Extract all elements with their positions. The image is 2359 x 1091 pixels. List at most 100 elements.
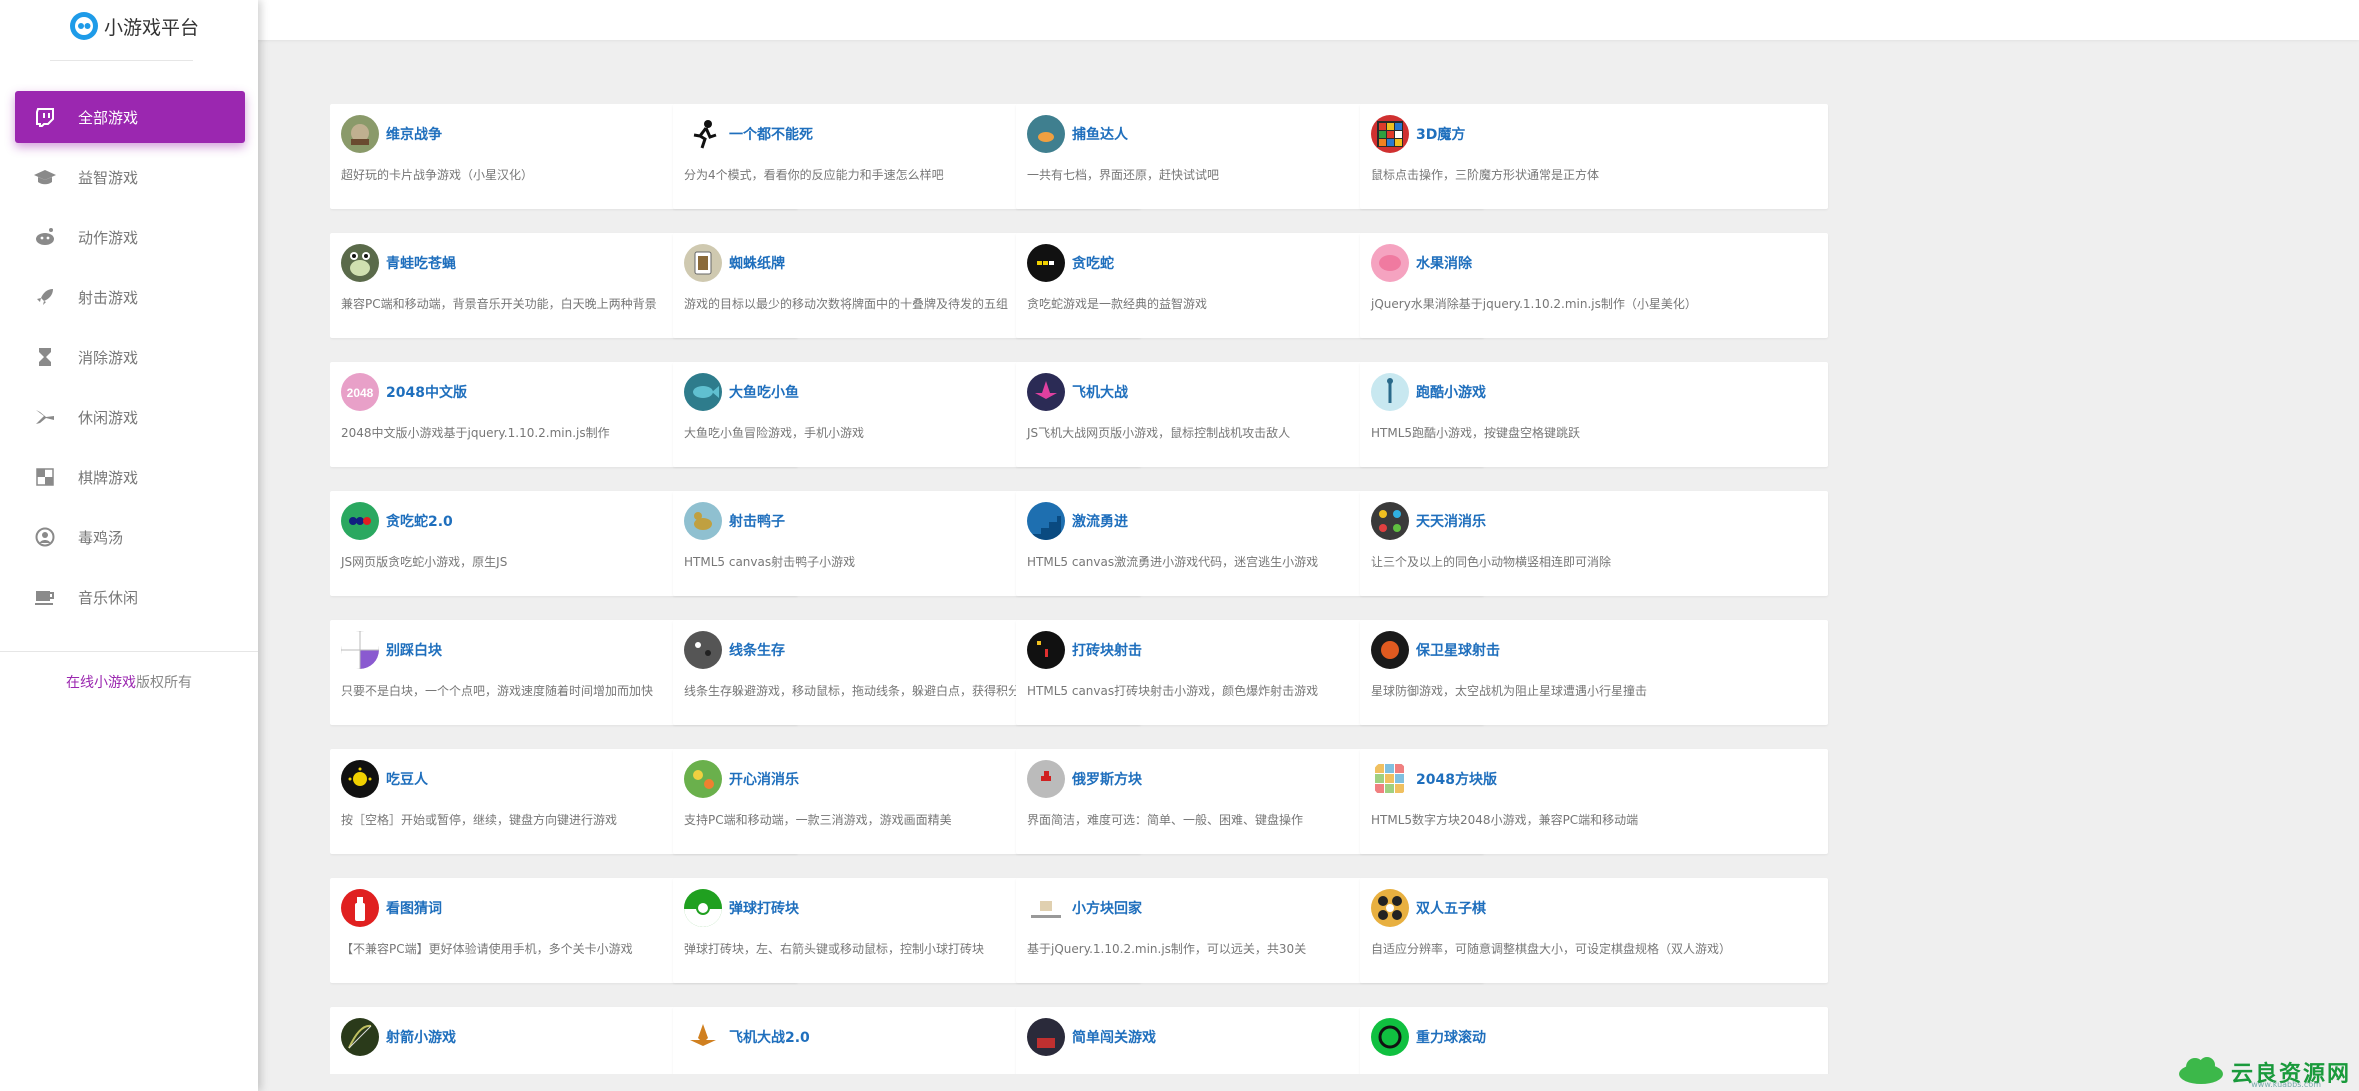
game-title[interactable]: 双人五子棋: [1416, 898, 1486, 918]
game-title[interactable]: 线条生存: [729, 640, 785, 660]
tiles-icon[interactable]: [341, 631, 379, 669]
copyright: 在线小游戏版权所有: [0, 672, 258, 692]
sidebar-item-label: 毒鸡汤: [78, 528, 124, 547]
game-card[interactable]: 保卫星球射击 星球防御游戏，太空战机为阻止星球遭遇小行星撞击: [1360, 620, 1828, 725]
fruit-icon[interactable]: [1371, 244, 1409, 282]
plane2-icon[interactable]: [684, 1018, 722, 1056]
game-logo-icon: [70, 12, 98, 40]
twitch-icon: [32, 104, 58, 130]
game-title[interactable]: 捕鱼达人: [1072, 124, 1128, 144]
game-title[interactable]: 别踩白块: [386, 640, 442, 660]
game-title[interactable]: 2048中文版: [386, 382, 467, 402]
game-grid: 维京战争 超好玩的卡片战争游戏（小星汉化） 一个都不能死 分为4个模式，看看你的反应能…: [330, 104, 2359, 1074]
game-title[interactable]: 简单闯关游戏: [1072, 1027, 1156, 1047]
game-card[interactable]: 跑酷小游戏 HTML5跑酷小游戏，按键盘空格键跳跃: [1360, 362, 1828, 467]
duck-icon[interactable]: [684, 502, 722, 540]
happy-icon[interactable]: [684, 760, 722, 798]
game-title[interactable]: 打砖块射击: [1072, 640, 1142, 660]
planet-icon[interactable]: [1371, 631, 1409, 669]
game-title[interactable]: 小方块回家: [1072, 898, 1142, 918]
viking-icon[interactable]: [341, 115, 379, 153]
game-title[interactable]: 贪吃蛇: [1072, 253, 1114, 273]
divider: [0, 651, 258, 652]
game-description: 鼠标点击操作，三阶魔方形状通常是正方体: [1371, 168, 1600, 182]
game-title[interactable]: 射箭小游戏: [386, 1027, 456, 1047]
plane-icon[interactable]: [1027, 373, 1065, 411]
parkour-icon[interactable]: [1371, 373, 1409, 411]
game-card[interactable]: 重力球滚动: [1360, 1007, 1828, 1074]
game-title[interactable]: 重力球滚动: [1416, 1027, 1486, 1047]
sidebar-item-4[interactable]: 消除游戏: [0, 331, 258, 383]
game-title[interactable]: 一个都不能死: [729, 124, 813, 144]
sidebar-item-label: 全部游戏: [78, 108, 139, 127]
ball-icon[interactable]: [684, 889, 722, 927]
fish-icon[interactable]: [1027, 115, 1065, 153]
game-title[interactable]: 激流勇进: [1072, 511, 1128, 531]
sidebar-item-8[interactable]: 音乐休闲: [0, 571, 258, 623]
game-title[interactable]: 弹球打砖块: [729, 898, 799, 918]
tetris-icon[interactable]: [1027, 760, 1065, 798]
running-man-icon[interactable]: [684, 115, 722, 153]
game-card[interactable]: 水果消除 jQuery水果消除基于jquery.1.10.2.min.js制作（小…: [1360, 233, 1828, 338]
brick-shoot-icon[interactable]: [1027, 631, 1065, 669]
sidebar-item-6[interactable]: 棋牌游戏: [0, 451, 258, 503]
game-title[interactable]: 飞机大战2.0: [729, 1027, 810, 1047]
card-icon[interactable]: [684, 244, 722, 282]
sidebar-item-3[interactable]: 射击游戏: [0, 271, 258, 323]
stairs-icon[interactable]: [1027, 502, 1065, 540]
game-title[interactable]: 水果消除: [1416, 253, 1472, 273]
game-title[interactable]: 大鱼吃小鱼: [729, 382, 799, 402]
game-title[interactable]: 3D魔方: [1416, 124, 1465, 144]
snake-icon[interactable]: [1027, 244, 1065, 282]
snake2-icon[interactable]: [341, 502, 379, 540]
game-card[interactable]: 3D魔方鼠标点击操作，三阶魔方形状通常是正方体: [1360, 104, 1828, 209]
game-title[interactable]: 开心消消乐: [729, 769, 799, 789]
game-title[interactable]: 吃豆人: [386, 769, 428, 789]
pacman-icon[interactable]: [341, 760, 379, 798]
copyright-link[interactable]: 小游戏: [94, 675, 136, 691]
game-description: 大鱼吃小鱼冒险游戏，手机小游戏: [684, 426, 865, 440]
game-title[interactable]: 维京战争: [386, 124, 442, 144]
game-title[interactable]: 射击鸭子: [729, 511, 785, 531]
sidebar-item-label: 休闲游戏: [78, 408, 139, 427]
frog-icon[interactable]: [341, 244, 379, 282]
game-description: 【不兼容PC端】更好体验请使用手机，多个关卡小游戏: [341, 942, 633, 956]
sidebar-item-5[interactable]: 休闲游戏: [0, 391, 258, 443]
gomoku-icon[interactable]: [1371, 889, 1409, 927]
game-title[interactable]: 天天消消乐: [1416, 511, 1486, 531]
main-content: 维京战争 超好玩的卡片战争游戏（小星汉化） 一个都不能死 分为4个模式，看看你的反应能…: [258, 0, 2359, 1091]
game-title[interactable]: 贪吃蛇2.0: [386, 511, 453, 531]
game-card[interactable]: 双人五子棋 自适应分辨率，可随意调整棋盘大小，可设定棋盘规格（双人游戏）: [1360, 878, 1828, 983]
game-title[interactable]: 飞机大战: [1072, 382, 1128, 402]
game-title[interactable]: 保卫星球射击: [1416, 640, 1500, 660]
game-description: 界面简洁，难度可选：简单、一般、困难、键盘操作: [1027, 813, 1304, 827]
rubik-cube-icon[interactable]: [1371, 115, 1409, 153]
gravity-ball-icon[interactable]: [1371, 1018, 1409, 1056]
2048-block-icon[interactable]: [1371, 760, 1409, 798]
game-title[interactable]: 蜘蛛纸牌: [729, 253, 785, 273]
sidebar-item-7[interactable]: 毒鸡汤: [0, 511, 258, 563]
cloud-logo-icon: [2177, 1055, 2225, 1089]
hourglass-icon: [32, 344, 58, 370]
game-title[interactable]: 青蛙吃苍蝇: [386, 253, 456, 273]
bottle-icon[interactable]: [341, 889, 379, 927]
game-description: 游戏的目标以最少的移动次数将牌面中的十叠牌及待发的五组: [684, 297, 1009, 311]
dots-icon[interactable]: [684, 631, 722, 669]
sidebar-item-0[interactable]: 全部游戏: [15, 91, 245, 143]
game-card[interactable]: 2048方块版 HTML5数字方块2048小游戏，兼容PC端和移动端: [1360, 749, 1828, 854]
2048-icon[interactable]: 2048: [341, 373, 379, 411]
sidebar-item-1[interactable]: 益智游戏: [0, 151, 258, 203]
sidebar-item-2[interactable]: 动作游戏: [0, 211, 258, 263]
archery-icon[interactable]: [341, 1018, 379, 1056]
game-title[interactable]: 俄罗斯方块: [1072, 769, 1142, 789]
animals-icon[interactable]: [1371, 502, 1409, 540]
big-fish-icon[interactable]: [684, 373, 722, 411]
game-description: 贪吃蛇游戏是一款经典的益智游戏: [1027, 297, 1208, 311]
game-card[interactable]: 天天消消乐 让三个及以上的同色小动物横竖相连即可消除: [1360, 491, 1828, 596]
level-icon[interactable]: [1027, 1018, 1065, 1056]
game-title[interactable]: 跑酷小游戏: [1416, 382, 1486, 402]
site-logo[interactable]: 小游戏平台: [70, 10, 199, 42]
game-title[interactable]: 看图猜词: [386, 898, 442, 918]
cat-icon[interactable]: [1027, 889, 1065, 927]
game-title[interactable]: 2048方块版: [1416, 769, 1497, 789]
